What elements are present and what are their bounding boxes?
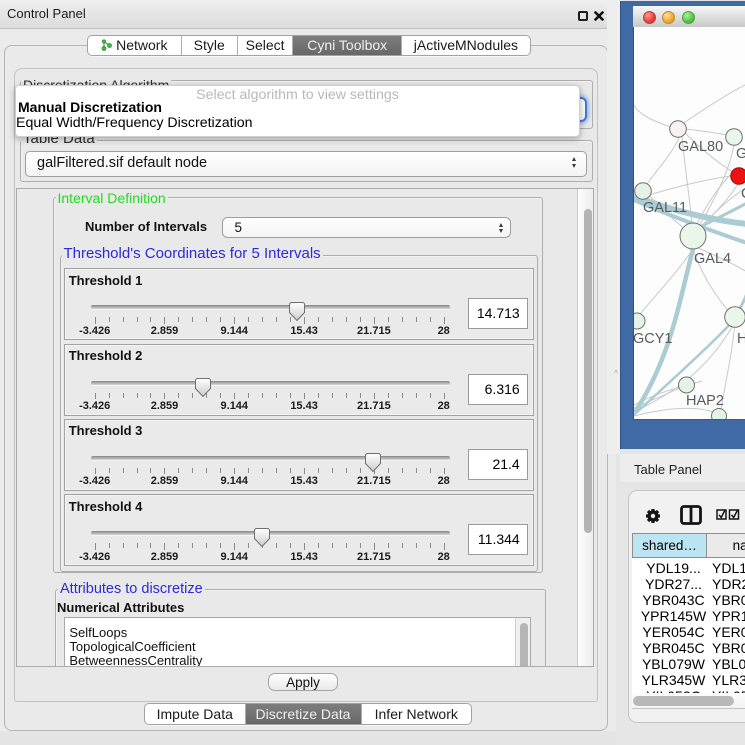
svg-text:C: C — [741, 186, 745, 202]
svg-text:GAL80: GAL80 — [678, 139, 723, 155]
svg-text:H: H — [737, 331, 745, 347]
svg-text:GAL4: GAL4 — [694, 251, 731, 267]
svg-text:GAL11: GAL11 — [643, 200, 687, 216]
svg-text:G…: G… — [736, 146, 745, 162]
svg-text:GCY1: GCY1 — [634, 331, 673, 347]
svg-text:HAP2: HAP2 — [686, 393, 724, 409]
